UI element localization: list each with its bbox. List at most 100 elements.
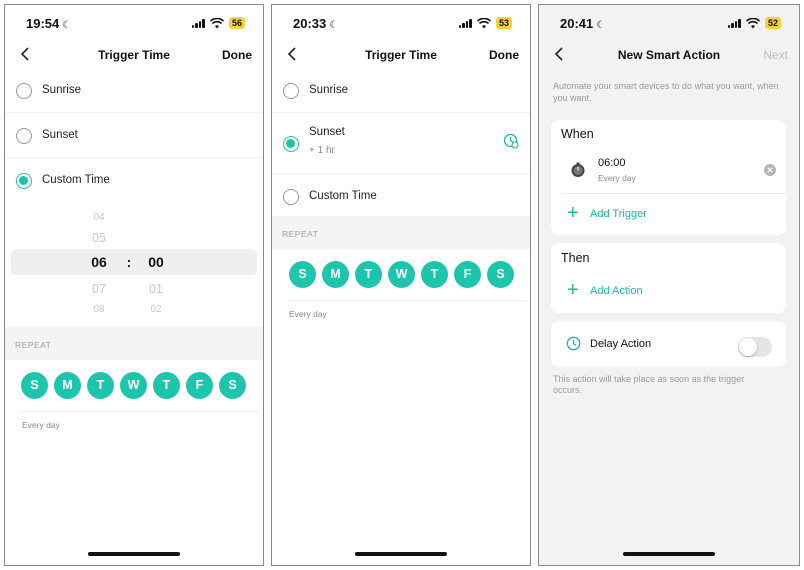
trigger-repeat: Every day <box>598 173 636 183</box>
wifi-icon <box>745 17 760 28</box>
nav-bar: New Smart Action Next <box>539 41 799 69</box>
day-saturday[interactable]: S <box>487 261 514 288</box>
day-sunday[interactable]: S <box>289 261 316 288</box>
wifi-icon <box>209 17 224 28</box>
nav-bar: Trigger Time Done <box>5 41 263 69</box>
trigger-time: 06:00 <box>598 157 626 169</box>
picker-hour[interactable]: 05 <box>84 231 114 245</box>
divider <box>21 411 259 412</box>
status-time: 20:33 ☾ <box>293 16 339 31</box>
day-tuesday[interactable]: T <box>87 372 114 399</box>
option-custom-time[interactable]: Custom Time <box>272 175 530 219</box>
wifi-icon <box>476 17 491 28</box>
sunset-offset: + 1 hr <box>309 145 335 156</box>
next-button[interactable]: Next <box>763 48 788 62</box>
picker-minute[interactable]: 02 <box>141 304 171 314</box>
battery-indicator: 52 <box>764 17 781 29</box>
trigger-item[interactable]: 06:00 Every day <box>551 150 786 192</box>
picker-hour[interactable]: 04 <box>84 212 114 223</box>
picker-minute-selected[interactable]: 00 <box>141 254 171 270</box>
screen-trigger-time-custom: 19:54 ☾ 56 Trigger Time Done Sunrise Suns… <box>4 4 264 566</box>
day-friday[interactable]: F <box>186 372 213 399</box>
delay-action-toggle[interactable] <box>738 337 772 357</box>
day-selector: S M T W T F S <box>289 261 514 288</box>
repeat-summary: Every day <box>22 420 60 430</box>
option-label: Custom Time <box>309 190 377 202</box>
cellular-signal-icon <box>727 18 741 28</box>
day-monday[interactable]: M <box>322 261 349 288</box>
status-bar: 20:41 ☾ 52 <box>539 5 799 41</box>
done-button[interactable]: Done <box>222 48 252 62</box>
home-indicator[interactable] <box>88 552 180 556</box>
moon-icon: ☾ <box>596 20 606 31</box>
radio-sunrise[interactable] <box>16 82 32 99</box>
radio-sunset[interactable] <box>16 127 32 144</box>
time-picker[interactable]: 04 05 06 : 00 07 08 01 02 <box>5 210 263 316</box>
day-wednesday[interactable]: W <box>388 261 415 288</box>
done-button[interactable]: Done <box>489 48 519 62</box>
then-title: Then <box>561 251 590 265</box>
picker-hour[interactable]: 08 <box>84 304 114 314</box>
then-card: Then + Add Action <box>551 243 786 313</box>
status-time: 19:54 ☾ <box>26 16 72 31</box>
cellular-signal-icon <box>458 18 472 28</box>
option-custom-time[interactable]: Custom Time <box>5 159 263 203</box>
edit-time-icon[interactable] <box>503 133 519 149</box>
add-trigger-label: Add Trigger <box>590 208 647 220</box>
day-thursday[interactable]: T <box>421 261 448 288</box>
option-label: Sunset <box>309 126 345 138</box>
day-selector: S M T W T F S <box>21 372 246 399</box>
battery-indicator: 53 <box>495 17 512 29</box>
repeat-label: REPEAT <box>282 229 319 239</box>
delay-action-card: Delay Action <box>551 321 786 367</box>
moon-icon: ☾ <box>62 20 72 31</box>
day-thursday[interactable]: T <box>153 372 180 399</box>
moon-icon: ☾ <box>329 20 339 31</box>
divider <box>561 193 786 194</box>
day-monday[interactable]: M <box>54 372 81 399</box>
picker-hour-selected[interactable]: 06 <box>84 254 114 270</box>
option-sunset[interactable]: Sunset <box>5 114 263 158</box>
day-friday[interactable]: F <box>454 261 481 288</box>
status-bar: 19:54 ☾ 56 <box>5 5 263 41</box>
option-label: Sunrise <box>42 84 81 96</box>
option-label: Custom Time <box>42 174 110 186</box>
option-sunrise[interactable]: Sunrise <box>272 69 530 113</box>
add-action-button[interactable]: + Add Action <box>551 277 786 307</box>
day-tuesday[interactable]: T <box>355 261 382 288</box>
radio-custom-time[interactable] <box>16 173 32 189</box>
radio-sunrise[interactable] <box>283 82 299 99</box>
home-indicator[interactable] <box>623 552 715 556</box>
remove-icon[interactable] <box>764 164 776 176</box>
footer-text: This action will take place as soon as t… <box>553 374 745 395</box>
picker-minute[interactable]: 01 <box>141 282 171 296</box>
when-title: When <box>561 127 594 141</box>
add-trigger-button[interactable]: + Add Trigger <box>551 199 786 229</box>
repeat-label: REPEAT <box>15 340 52 350</box>
screen-new-smart-action: 20:41 ☾ 52 New Smart Action Next Automate… <box>538 4 800 566</box>
cellular-signal-icon <box>191 18 205 28</box>
repeat-summary: Every day <box>289 309 327 319</box>
plus-icon: + <box>567 202 579 224</box>
home-indicator[interactable] <box>355 552 447 556</box>
day-wednesday[interactable]: W <box>120 372 147 399</box>
timer-icon <box>571 162 585 177</box>
picker-separator: : <box>126 254 132 270</box>
delay-action-label: Delay Action <box>590 338 652 350</box>
nav-bar: Trigger Time Done <box>272 41 530 69</box>
picker-hour[interactable]: 07 <box>84 282 114 296</box>
add-action-label: Add Action <box>590 285 643 297</box>
plus-icon: + <box>567 279 579 301</box>
repeat-header: REPEAT <box>5 327 263 360</box>
day-sunday[interactable]: S <box>21 372 48 399</box>
radio-sunset[interactable] <box>283 135 299 152</box>
battery-indicator: 56 <box>228 17 245 29</box>
page-title: New Smart Action <box>617 48 721 62</box>
option-label: Sunrise <box>309 84 348 96</box>
option-sunrise[interactable]: Sunrise <box>5 69 263 113</box>
day-saturday[interactable]: S <box>219 372 246 399</box>
radio-custom-time[interactable] <box>283 189 299 205</box>
option-sunset[interactable]: Sunset + 1 hr <box>272 114 530 174</box>
status-time: 20:41 ☾ <box>560 16 606 31</box>
status-bar: 20:33 ☾ 53 <box>272 5 530 41</box>
